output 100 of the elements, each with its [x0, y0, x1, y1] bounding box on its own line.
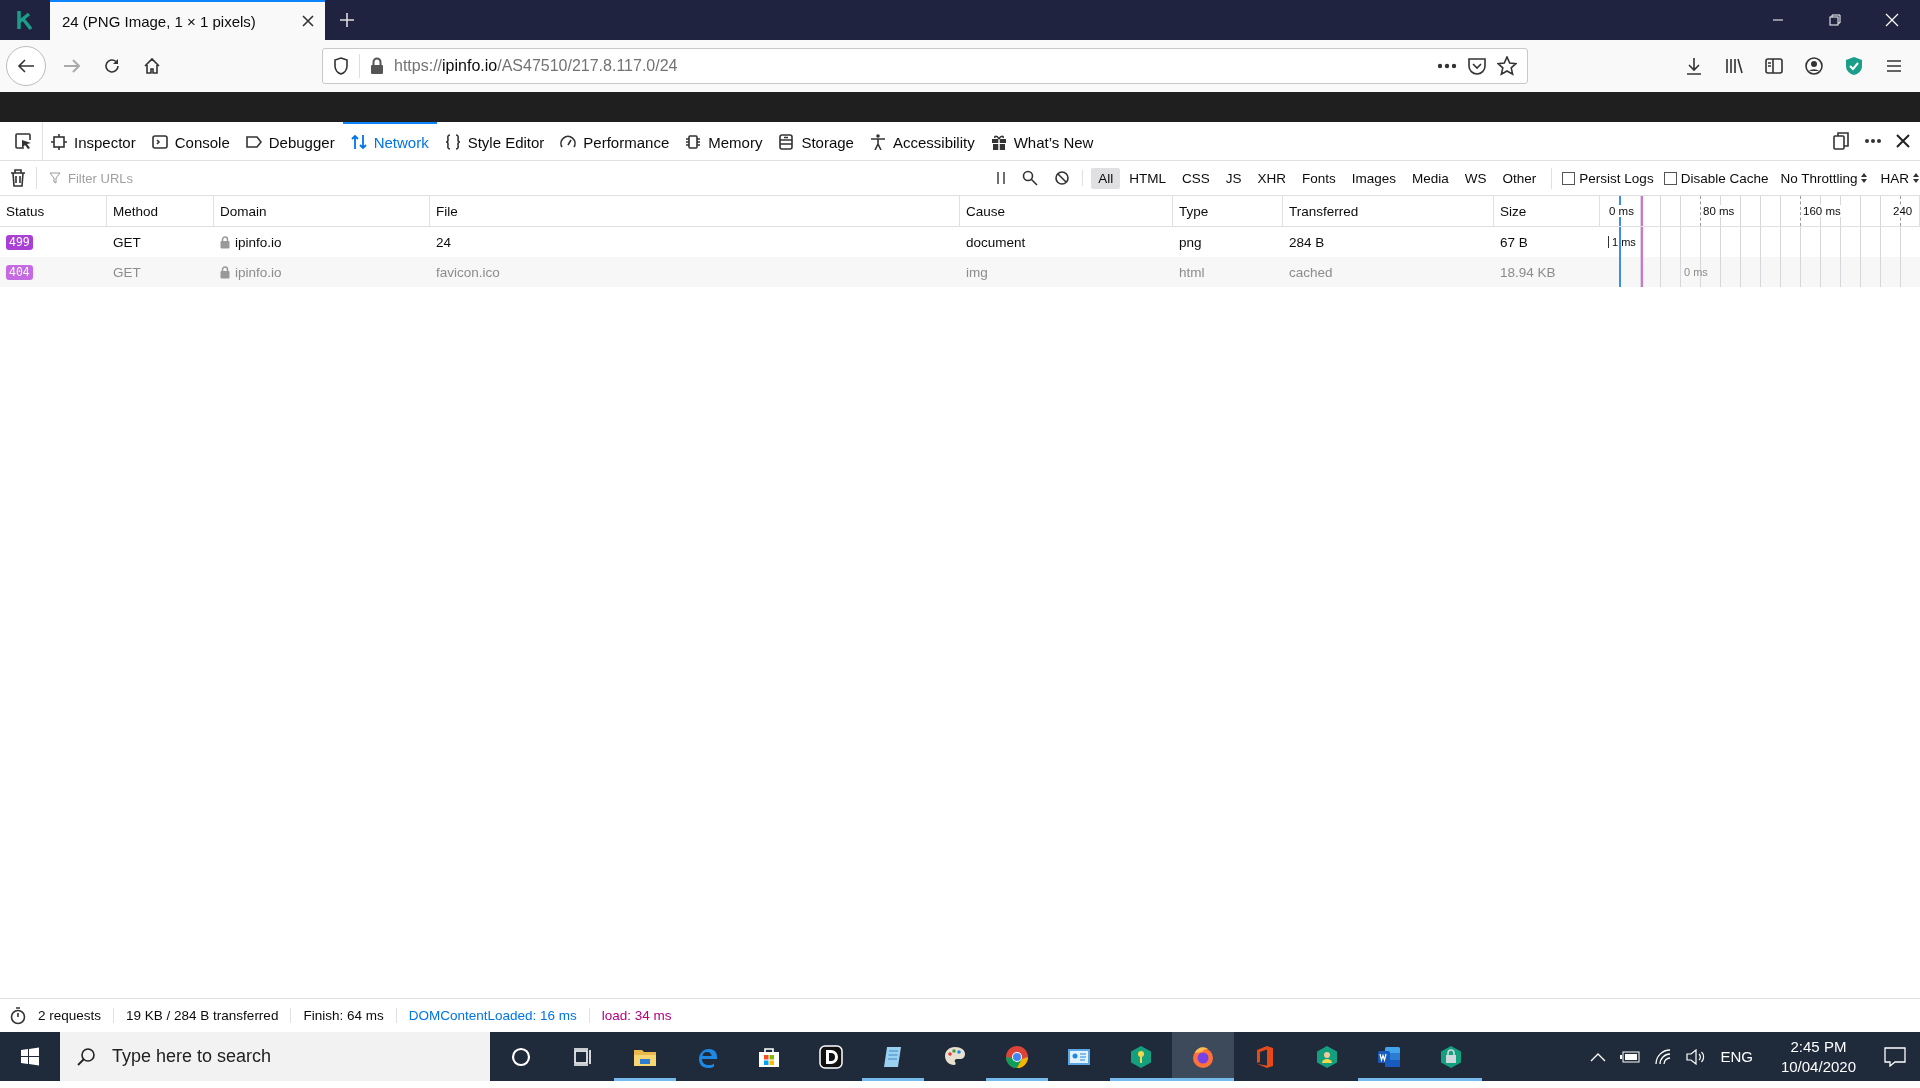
throttling-dropdown[interactable]: No Throttling [1780, 170, 1869, 186]
arrow-left-icon [17, 58, 35, 74]
type-filter-button[interactable]: CSS [1174, 167, 1217, 189]
stopwatch-icon[interactable] [10, 1006, 26, 1025]
type-filter-button[interactable]: Images [1344, 167, 1404, 189]
devtools-tab[interactable]: Network [342, 122, 437, 160]
devtools-tab[interactable]: Memory [677, 122, 771, 160]
close-icon[interactable] [301, 14, 315, 28]
braces-icon [444, 134, 461, 150]
plus-icon[interactable] [339, 12, 355, 28]
letter-k-icon [15, 9, 35, 31]
column-header[interactable]: Type [1173, 196, 1283, 227]
request-count: 2 requests [26, 1008, 115, 1023]
devtools-tab[interactable]: Debugger [237, 122, 343, 160]
speaker-icon[interactable] [1686, 1048, 1707, 1065]
checkbox[interactable] [1663, 171, 1677, 185]
lock-hexagon-icon[interactable] [1439, 1044, 1463, 1069]
column-header[interactable]: Domain [214, 196, 430, 227]
type-filter-button[interactable]: XHR [1250, 167, 1293, 189]
devtools-tab[interactable]: Style Editor [436, 122, 553, 160]
person-hexagon-icon[interactable] [1315, 1044, 1339, 1069]
firefox-icon[interactable] [1191, 1044, 1215, 1069]
up-down-caret-icon [1912, 172, 1920, 184]
har-dropdown[interactable]: HAR [1880, 170, 1920, 186]
address-bar[interactable]: https://ipinfo.io/AS47510/217.8.117.0/24 [322, 48, 1528, 84]
shield-icon[interactable] [333, 57, 349, 75]
devtools-tab[interactable]: What’s New [982, 122, 1102, 160]
padlock-icon [370, 57, 384, 75]
block-icon[interactable] [1054, 170, 1071, 186]
trash-icon[interactable] [10, 169, 26, 187]
more-icon[interactable] [1864, 138, 1882, 144]
column-header[interactable]: Method [107, 196, 214, 227]
table-cell-text: 284 B [1288, 233, 1326, 252]
padlock-icon [220, 235, 230, 249]
status-code: 404 [6, 264, 33, 280]
timeline-tick-label: 0 ms [1609, 205, 1634, 217]
up-down-arrows-icon [350, 134, 367, 150]
timeline-tick-label: 160 ms [1803, 205, 1841, 217]
load-time: load: 34 ms [600, 1008, 673, 1023]
devtools-tab[interactable]: Storage [770, 122, 862, 160]
type-filter-button[interactable]: HTML [1122, 167, 1173, 189]
type-filter-button[interactable]: WS [1457, 167, 1494, 189]
browser-tab[interactable]: 24 (PNG Image, 1 × 1 pixels) [50, 0, 325, 40]
type-filter-button[interactable]: All [1091, 167, 1121, 189]
restore-icon[interactable] [1827, 13, 1842, 27]
type-filter-button[interactable]: Fonts [1295, 167, 1343, 189]
search-icon[interactable] [1022, 170, 1039, 186]
chrome-icon[interactable] [1005, 1044, 1029, 1069]
star-icon[interactable] [1497, 56, 1517, 76]
library-icon[interactable] [1724, 56, 1744, 76]
pocket-icon[interactable] [1467, 57, 1487, 75]
timeline-tick-label: 240 [1893, 205, 1913, 217]
column-header[interactable]: Cause [960, 196, 1173, 227]
finish-time: Finish: 64 ms [291, 1008, 397, 1023]
pause-icon[interactable] [996, 171, 1007, 185]
clock[interactable]: 2:45 PM 10/04/2020 [1780, 1036, 1856, 1077]
type-filter-button[interactable]: JS [1218, 167, 1249, 189]
checkbox[interactable] [1562, 171, 1576, 185]
sidebar-icon[interactable] [1764, 56, 1784, 76]
account-icon[interactable] [1804, 56, 1824, 76]
devtools-tab[interactable]: Performance [552, 122, 678, 160]
close-icon[interactable] [1896, 134, 1910, 148]
dom-content-loaded-time: DOMContentLoaded: 16 ms [396, 1008, 590, 1023]
reload-icon[interactable] [103, 57, 121, 75]
type-filter-button[interactable]: Media [1405, 167, 1456, 189]
devtools-tab[interactable]: Inspector [43, 122, 144, 160]
more-icon[interactable] [1437, 63, 1457, 69]
word-document-icon[interactable] [1377, 1044, 1401, 1069]
column-header[interactable]: File [430, 196, 960, 227]
shield-check-icon[interactable] [1844, 56, 1864, 76]
padlock-icon [220, 265, 230, 279]
chevron-up-icon[interactable] [1590, 1051, 1607, 1062]
status-code: 499 [6, 234, 33, 250]
home-icon[interactable] [143, 57, 161, 75]
notification-icon[interactable] [1884, 1046, 1906, 1067]
type-filter-button[interactable]: Other [1495, 167, 1544, 189]
table-cell: ipinfo.io [235, 264, 282, 280]
devtools-tab[interactable]: Console [143, 122, 238, 160]
table-cell: cached [1283, 257, 1494, 287]
column-header[interactable]: Status [0, 196, 107, 227]
table-cell: favicon.ico [430, 257, 960, 287]
windows-logo-icon[interactable] [20, 1046, 40, 1067]
dock-icon[interactable] [1832, 132, 1850, 150]
transfer-summary: 19 KB / 284 B transferred [114, 1008, 292, 1023]
taskbar-search-field[interactable]: Type here to search [60, 1032, 490, 1081]
search-icon [76, 1046, 96, 1067]
battery-icon[interactable] [1620, 1050, 1641, 1063]
devtools-tab[interactable]: Accessibility [861, 122, 983, 160]
download-icon[interactable] [1684, 56, 1704, 76]
column-header[interactable]: Transferred [1283, 196, 1494, 227]
chip-icon [685, 134, 702, 150]
back-button[interactable] [6, 46, 46, 86]
person-icon [869, 134, 886, 150]
language-indicator[interactable]: ENG [1720, 1048, 1753, 1065]
url-text: https://ipinfo.io/AS47510/217.8.117.0/24 [394, 57, 679, 75]
wifi-icon[interactable] [1654, 1048, 1673, 1065]
element-picker-icon[interactable] [14, 132, 32, 150]
letter-d-tile-icon[interactable] [819, 1044, 843, 1069]
column-header[interactable]: Size [1494, 196, 1600, 227]
key-hexagon-icon[interactable] [1129, 1044, 1153, 1069]
